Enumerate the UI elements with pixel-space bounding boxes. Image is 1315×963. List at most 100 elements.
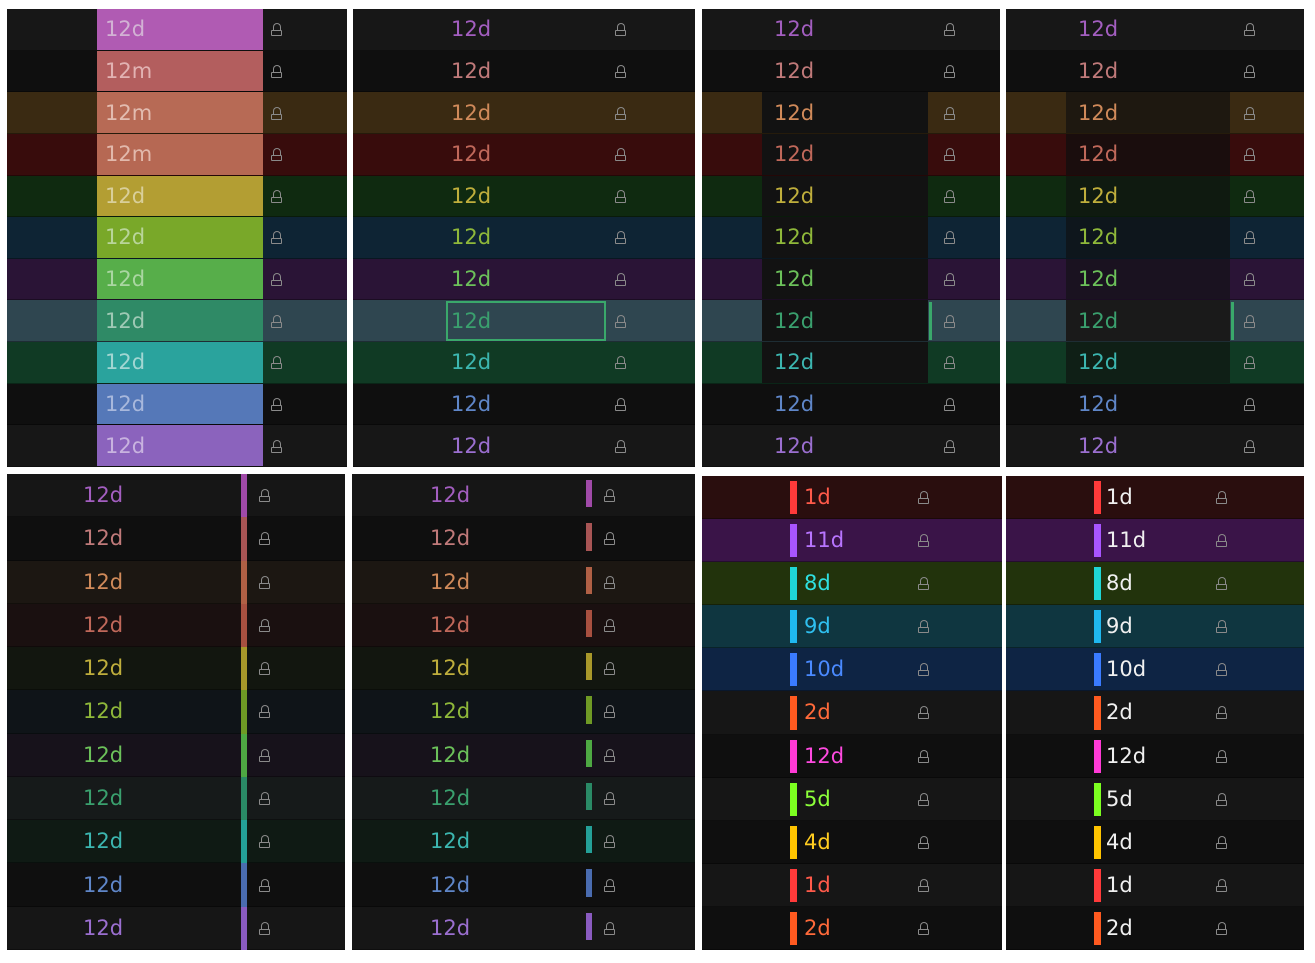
lock-icon[interactable] bbox=[259, 835, 270, 849]
track-row[interactable]: 12d bbox=[353, 425, 695, 467]
track-row[interactable]: 12d bbox=[352, 733, 695, 777]
track-row[interactable]: 12d bbox=[353, 342, 695, 384]
lock-icon[interactable] bbox=[259, 748, 270, 762]
lock-icon[interactable] bbox=[259, 878, 270, 892]
lock-icon[interactable] bbox=[271, 398, 282, 412]
track-row[interactable]: 10d bbox=[702, 648, 1002, 692]
lock-icon[interactable] bbox=[604, 748, 615, 762]
track-row[interactable]: 12d bbox=[353, 258, 695, 301]
track-row[interactable]: 12d bbox=[7, 517, 345, 561]
lock-icon[interactable] bbox=[1244, 189, 1255, 203]
lock-icon[interactable] bbox=[604, 575, 615, 589]
track-row[interactable]: 12d bbox=[702, 217, 1000, 259]
track-row[interactable]: 12d bbox=[1006, 175, 1304, 218]
track-row[interactable]: 12d bbox=[353, 9, 695, 51]
lock-icon[interactable] bbox=[1216, 878, 1227, 892]
track-row[interactable]: 12d bbox=[352, 906, 695, 950]
lock-icon[interactable] bbox=[918, 577, 929, 591]
lock-icon[interactable] bbox=[1216, 921, 1227, 935]
track-row[interactable]: 12d bbox=[702, 300, 1000, 343]
track-row[interactable]: 12d bbox=[1006, 734, 1304, 778]
track-row[interactable]: 12d bbox=[1006, 50, 1304, 93]
lock-icon[interactable] bbox=[918, 706, 929, 720]
lock-icon[interactable] bbox=[1216, 534, 1227, 548]
track-row[interactable]: 12d bbox=[7, 258, 347, 301]
track-row[interactable]: 12d bbox=[1006, 342, 1304, 384]
lock-icon[interactable] bbox=[944, 189, 955, 203]
lock-icon[interactable] bbox=[615, 23, 626, 37]
lock-icon[interactable] bbox=[918, 620, 929, 634]
track-row[interactable]: 2d bbox=[1006, 906, 1304, 950]
track-row[interactable]: 12d bbox=[702, 50, 1000, 93]
lock-icon[interactable] bbox=[271, 439, 282, 453]
lock-icon[interactable] bbox=[1244, 314, 1255, 328]
track-row[interactable]: 12d bbox=[702, 383, 1000, 426]
lock-icon[interactable] bbox=[259, 618, 270, 632]
lock-icon[interactable] bbox=[615, 273, 626, 287]
track-row[interactable]: 12d bbox=[702, 342, 1000, 384]
track-row[interactable]: 5d bbox=[1006, 777, 1304, 821]
lock-icon[interactable] bbox=[271, 231, 282, 245]
lock-icon[interactable] bbox=[615, 64, 626, 78]
track-row[interactable]: 12d bbox=[1006, 300, 1304, 343]
lock-icon[interactable] bbox=[615, 356, 626, 370]
track-row[interactable]: 12d bbox=[352, 474, 695, 518]
track-row[interactable]: 5d bbox=[702, 777, 1002, 821]
lock-icon[interactable] bbox=[1216, 491, 1227, 505]
track-row[interactable]: 12d bbox=[1006, 9, 1304, 51]
track-row[interactable]: 12d bbox=[1006, 92, 1304, 134]
lock-icon[interactable] bbox=[259, 532, 270, 546]
lock-icon[interactable] bbox=[259, 662, 270, 676]
track-row[interactable]: 12d bbox=[352, 603, 695, 648]
track-row[interactable]: 12d bbox=[7, 906, 345, 950]
track-row[interactable]: 12d bbox=[1006, 133, 1304, 176]
track-row[interactable]: 2d bbox=[702, 691, 1002, 735]
lock-icon[interactable] bbox=[604, 705, 615, 719]
lock-icon[interactable] bbox=[615, 398, 626, 412]
lock-icon[interactable] bbox=[1244, 23, 1255, 37]
lock-icon[interactable] bbox=[271, 314, 282, 328]
track-row[interactable]: 12d bbox=[702, 175, 1000, 218]
track-row[interactable]: 9d bbox=[1006, 605, 1304, 649]
lock-icon[interactable] bbox=[604, 921, 615, 935]
track-row[interactable]: 12d bbox=[702, 9, 1000, 51]
lock-icon[interactable] bbox=[944, 273, 955, 287]
lock-icon[interactable] bbox=[259, 921, 270, 935]
track-row[interactable]: 12d bbox=[7, 863, 345, 907]
lock-icon[interactable] bbox=[1216, 577, 1227, 591]
track-row[interactable]: 12m bbox=[7, 50, 347, 93]
lock-icon[interactable] bbox=[918, 792, 929, 806]
lock-icon[interactable] bbox=[271, 106, 282, 120]
lock-icon[interactable] bbox=[615, 148, 626, 162]
track-row[interactable]: 12d bbox=[353, 133, 695, 176]
lock-icon[interactable] bbox=[259, 489, 270, 503]
lock-icon[interactable] bbox=[944, 64, 955, 78]
track-row[interactable]: 12d bbox=[7, 300, 347, 343]
lock-icon[interactable] bbox=[944, 356, 955, 370]
lock-icon[interactable] bbox=[604, 878, 615, 892]
lock-icon[interactable] bbox=[1244, 148, 1255, 162]
track-row[interactable]: 12d bbox=[7, 425, 347, 467]
track-row[interactable]: 12d bbox=[353, 217, 695, 259]
lock-icon[interactable] bbox=[918, 663, 929, 677]
track-row[interactable]: 12d bbox=[352, 647, 695, 691]
track-row[interactable]: 12d bbox=[7, 776, 345, 821]
lock-icon[interactable] bbox=[271, 356, 282, 370]
lock-icon[interactable] bbox=[259, 705, 270, 719]
track-row[interactable]: 12d bbox=[702, 425, 1000, 467]
track-row[interactable]: 12d bbox=[7, 217, 347, 259]
track-row[interactable]: 12d bbox=[7, 342, 347, 384]
lock-icon[interactable] bbox=[918, 749, 929, 763]
lock-icon[interactable] bbox=[1216, 663, 1227, 677]
track-row[interactable]: 12d bbox=[702, 92, 1000, 134]
lock-icon[interactable] bbox=[1216, 792, 1227, 806]
track-row[interactable]: 12d bbox=[7, 9, 347, 51]
lock-icon[interactable] bbox=[918, 921, 929, 935]
track-row[interactable]: 12d bbox=[353, 92, 695, 134]
track-row[interactable]: 12d bbox=[7, 690, 345, 734]
track-row[interactable]: 2d bbox=[702, 906, 1002, 950]
track-row[interactable]: 10d bbox=[1006, 648, 1304, 692]
track-row[interactable]: 12d bbox=[7, 647, 345, 691]
lock-icon[interactable] bbox=[271, 23, 282, 37]
lock-icon[interactable] bbox=[918, 835, 929, 849]
